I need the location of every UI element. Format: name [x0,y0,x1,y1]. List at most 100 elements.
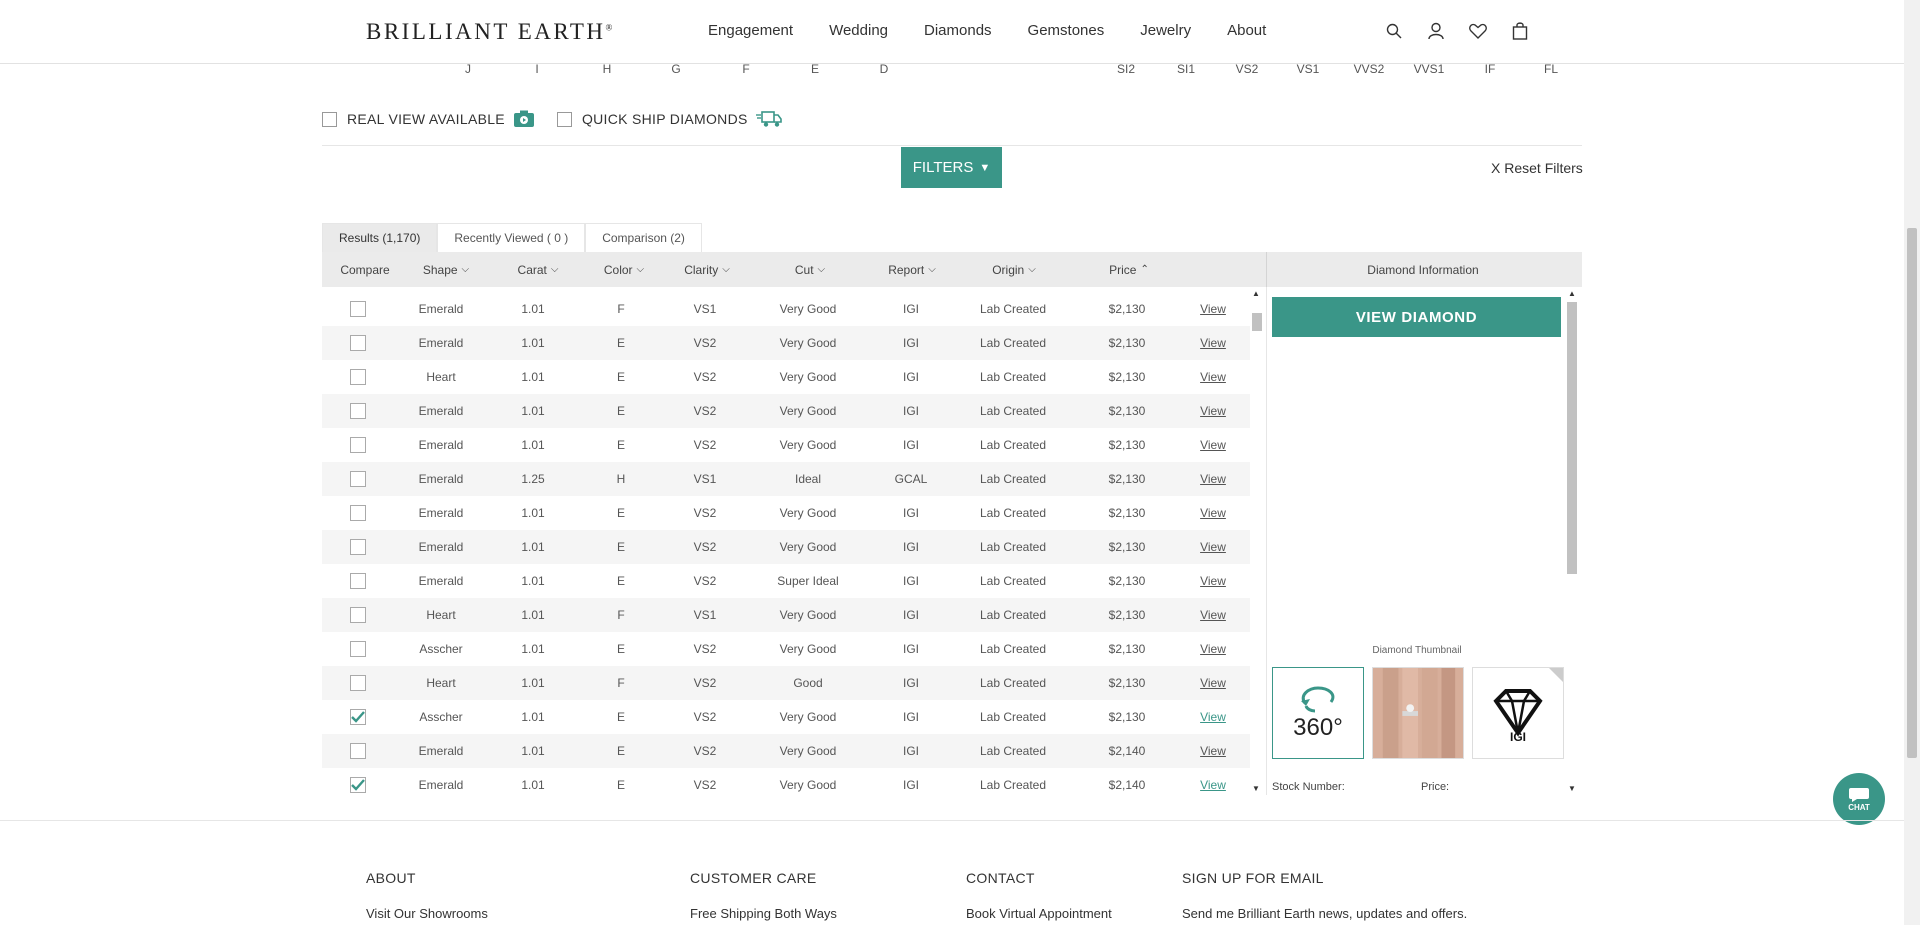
nav-engagement[interactable]: Engagement [708,22,793,39]
thumbnail-360[interactable]: 360° [1272,667,1364,759]
view-link[interactable]: View [1200,336,1226,350]
table-row[interactable]: Emerald 1.01 E VS2 Very Good IGI Lab Created $2… [322,496,1250,530]
view-link[interactable]: View [1200,404,1226,418]
table-row[interactable]: Heart 1.01 E VS2 Very Good IGI Lab Created $2,1… [322,360,1250,394]
cell-origin: Lab Created [979,676,1047,690]
thumbnail-hand[interactable] [1372,667,1464,759]
column-clarity[interactable]: Clarity ⌵ [684,252,730,287]
compare-checkbox[interactable] [350,301,366,317]
table-row[interactable]: Emerald 1.01 E VS2 Very Good IGI Lab Created $2… [322,734,1250,768]
table-row[interactable]: Emerald 1.01 E VS2 Very Good IGI Lab Created $2… [322,394,1250,428]
view-link[interactable]: View [1200,710,1226,724]
tab-results[interactable]: Results (1,170) [322,223,438,252]
table-scrollbar[interactable]: ▲ ▼ [1250,287,1264,795]
compare-checkbox[interactable] [350,369,366,385]
column-cut[interactable]: Cut ⌵ [795,252,825,287]
view-link[interactable]: View [1200,744,1226,758]
column-shape[interactable]: Shape ⌵ [423,252,469,287]
scroll-up-icon[interactable]: ▲ [1568,289,1576,298]
cell-color: E [616,744,626,758]
cell-origin: Lab Created [979,302,1047,316]
view-link[interactable]: View [1200,574,1226,588]
view-link[interactable]: View [1200,608,1226,622]
footer-appointment-link[interactable]: Book Virtual Appointment [966,906,1112,921]
tab-comparison[interactable]: Comparison (2) [585,223,702,252]
table-row[interactable]: Emerald 1.01 E VS2 Very Good IGI Lab Created $2… [322,768,1250,795]
compare-checkbox[interactable] [350,505,366,521]
scroll-down-icon[interactable]: ▼ [1568,784,1576,793]
cell-price: $2,130 [1108,438,1146,452]
quick-ship-checkbox[interactable] [556,111,572,127]
tab-recently-viewed[interactable]: Recently Viewed ( 0 ) [437,223,586,252]
table-row[interactable]: Heart 1.01 F VS2 Good IGI Lab Created $2,130 Vie… [322,666,1250,700]
view-link[interactable]: View [1200,676,1226,690]
checkmark-icon [351,711,365,723]
compare-checkbox[interactable] [350,539,366,555]
compare-checkbox[interactable] [350,573,366,589]
footer-showrooms-link[interactable]: Visit Our Showrooms [366,906,488,921]
search-icon[interactable] [1384,20,1404,42]
shopping-bag-icon[interactable] [1510,20,1530,42]
scroll-up-icon[interactable]: ▲ [1252,289,1260,298]
compare-checkbox[interactable] [350,403,366,419]
cell-clarity: VS2 [693,574,717,588]
scrollbar-thumb[interactable] [1252,313,1262,331]
wishlist-heart-icon[interactable] [1468,20,1488,42]
view-link[interactable]: View [1200,472,1226,486]
column-report[interactable]: Report ⌵ [888,252,936,287]
table-row[interactable]: Emerald 1.01 F VS1 Very Good IGI Lab Created $2… [322,292,1250,326]
color-scale-label: J [465,62,471,76]
brand-logo[interactable]: BRILLIANT EARTH® [366,19,612,45]
table-row[interactable]: Emerald 1.01 E VS2 Very Good IGI Lab Created $2… [322,326,1250,360]
reset-filters-link[interactable]: X Reset Filters [1491,160,1583,176]
table-row[interactable]: Heart 1.01 F VS1 Very Good IGI Lab Created $2,1… [322,598,1250,632]
account-icon[interactable] [1426,20,1446,42]
table-row[interactable]: Asscher 1.01 E VS2 Very Good IGI Lab Created $2… [322,632,1250,666]
thumbnail-certificate[interactable]: IGI [1472,667,1564,759]
compare-checkbox[interactable] [350,607,366,623]
column-color[interactable]: Color ⌵ [604,252,644,287]
cell-view: View [1200,632,1226,666]
panel-scrollbar[interactable]: ▲ ▼ [1565,287,1579,795]
compare-checkbox[interactable] [350,335,366,351]
view-diamond-button[interactable]: VIEW DIAMOND [1272,297,1561,337]
nav-gemstones[interactable]: Gemstones [1028,22,1105,39]
nav-about[interactable]: About [1227,22,1266,39]
nav-wedding[interactable]: Wedding [829,22,888,39]
view-link[interactable]: View [1200,506,1226,520]
page-scrollbar-thumb[interactable] [1907,228,1917,758]
compare-checkbox[interactable] [350,641,366,657]
column-price[interactable]: Price ⌃ [1109,252,1149,287]
footer-shipping-link[interactable]: Free Shipping Both Ways [690,906,837,921]
filters-button[interactable]: FILTERS ▼ [901,147,1002,188]
view-link[interactable]: View [1200,540,1226,554]
nav-jewelry[interactable]: Jewelry [1140,22,1191,39]
chat-button[interactable]: CHAT [1833,773,1885,825]
table-row[interactable]: Emerald 1.01 E VS2 Super Ideal IGI Lab Created… [322,564,1250,598]
table-row[interactable]: Emerald 1.01 E VS2 Very Good IGI Lab Created $2… [322,530,1250,564]
scrollbar-thumb[interactable] [1567,302,1577,574]
column-origin[interactable]: Origin ⌵ [992,252,1036,287]
table-row[interactable]: Emerald 1.01 E VS2 Very Good IGI Lab Created $2… [322,428,1250,462]
table-row[interactable]: Emerald 1.25 H VS1 Ideal GCAL Lab Created $2,13… [322,462,1250,496]
compare-checkbox[interactable] [350,471,366,487]
scroll-down-icon[interactable]: ▼ [1252,784,1260,793]
cell-origin: Lab Created [979,744,1047,758]
cell-color: E [616,336,626,350]
compare-checkbox[interactable] [350,675,366,691]
real-view-checkbox[interactable] [322,111,337,127]
view-link[interactable]: View [1200,778,1226,792]
compare-checkbox[interactable] [350,777,366,793]
cell-view: View [1200,360,1226,394]
view-link[interactable]: View [1200,370,1226,384]
table-row[interactable]: Asscher 1.01 E VS2 Very Good IGI Lab Created $2… [322,700,1250,734]
page-scrollbar[interactable] [1904,0,1920,925]
view-link[interactable]: View [1200,642,1226,656]
compare-checkbox[interactable] [350,743,366,759]
column-carat[interactable]: Carat ⌵ [518,252,559,287]
view-link[interactable]: View [1200,438,1226,452]
compare-checkbox[interactable] [350,709,366,725]
compare-checkbox[interactable] [350,437,366,453]
view-link[interactable]: View [1200,302,1226,316]
nav-diamonds[interactable]: Diamonds [924,22,992,39]
